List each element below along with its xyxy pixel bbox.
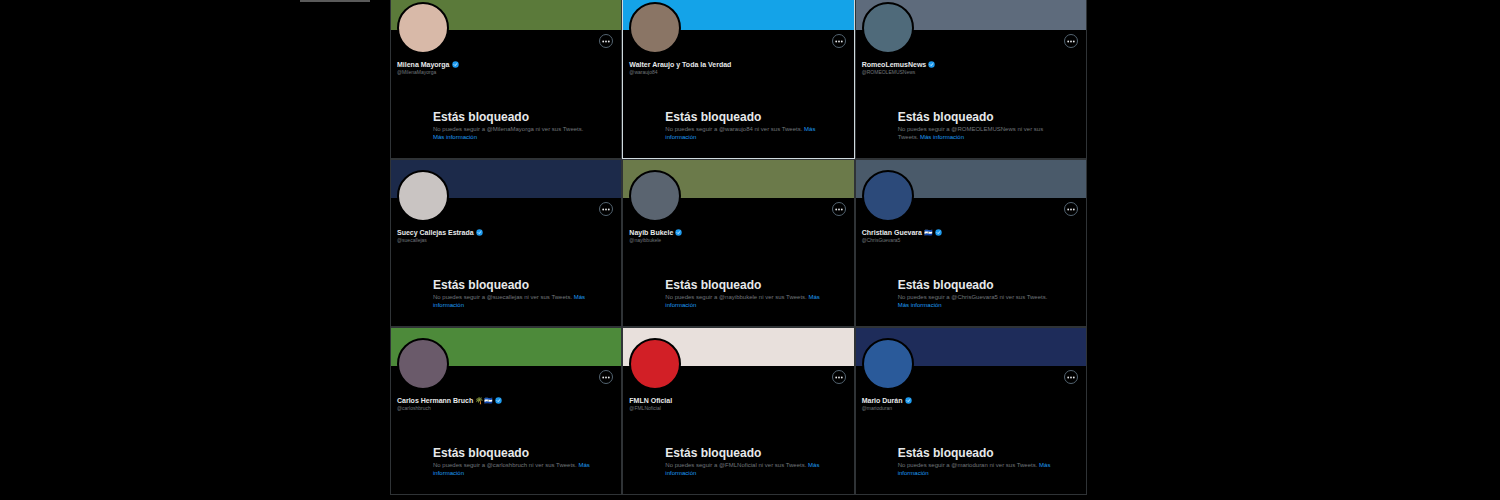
blocked-message: No puedes seguir a @FMLNoficial ni ver s… (665, 461, 825, 477)
blocked-message: No puedes seguir a @ROMEOLEMUSNews ni ve… (898, 125, 1058, 141)
profile-name: Milena Mayorga (397, 60, 450, 69)
profile-avatar[interactable] (629, 2, 681, 54)
more-icon (1067, 376, 1075, 379)
more-info-link[interactable]: Más información (665, 126, 815, 140)
profile-card[interactable]: Mario Durán@marioduran Estás bloqueadoNo … (855, 327, 1087, 495)
profile-name: Mario Durán (862, 396, 903, 405)
profile-avatar[interactable] (397, 170, 449, 222)
profile-card[interactable]: Christian Guevara 🇸🇻@ChrisGuevara5 Estás … (855, 159, 1087, 327)
profile-handle: @ROMEOLEMUSNews (862, 69, 1080, 76)
profile-handle: @FMLNoficial (629, 405, 847, 412)
more-button[interactable] (599, 202, 613, 216)
profile-name: Carlos Hermann Bruch 🌴🇸🇻 (397, 396, 493, 405)
blocked-title: Estás bloqueado (433, 446, 613, 460)
more-icon (602, 208, 610, 211)
profile-handle: @carloshbruch (397, 405, 615, 412)
more-button[interactable] (1064, 370, 1078, 384)
verified-icon (905, 397, 912, 404)
blocked-title: Estás bloqueado (665, 110, 845, 124)
more-button[interactable] (599, 34, 613, 48)
profile-card[interactable]: Suecy Callejas Estrada@suecallejas Estás … (390, 159, 622, 327)
profile-card[interactable]: FMLN Oficial@FMLNoficial Estás bloqueadoN… (622, 327, 854, 495)
more-button[interactable] (1064, 202, 1078, 216)
blocked-title: Estás bloqueado (665, 446, 845, 460)
profile-handle: @suecallejas (397, 237, 615, 244)
more-icon (835, 40, 843, 43)
blocked-title: Estás bloqueado (433, 278, 613, 292)
more-info-link[interactable]: Más información (898, 302, 942, 308)
more-icon (602, 40, 610, 43)
profile-handle: @ChrisGuevara5 (862, 237, 1080, 244)
verified-icon (928, 61, 935, 68)
verified-icon (495, 397, 502, 404)
profile-handle: @nayibbukele (629, 237, 847, 244)
profile-name: Walter Araujo y Toda la Verdad (629, 60, 731, 69)
blocked-message: No puedes seguir a @waraujo84 ni ver sus… (665, 125, 825, 141)
blocked-title: Estás bloqueado (898, 446, 1078, 460)
profile-name: Nayib Bukele (629, 228, 673, 237)
blocked-message: No puedes seguir a @suecallejas ni ver s… (433, 293, 593, 309)
verified-icon (675, 229, 682, 236)
more-info-link[interactable]: Más información (898, 462, 1051, 476)
blocked-title: Estás bloqueado (898, 110, 1078, 124)
profile-avatar[interactable] (397, 338, 449, 390)
profile-name: Suecy Callejas Estrada (397, 228, 474, 237)
profile-card[interactable]: Nayib Bukele@nayibbukele Estás bloqueadoN… (622, 159, 854, 327)
profile-name: FMLN Oficial (629, 396, 672, 405)
profile-avatar[interactable] (862, 170, 914, 222)
more-info-link[interactable]: Más información (433, 134, 477, 140)
more-button[interactable] (832, 34, 846, 48)
blocked-message: No puedes seguir a @MilenaMayorga ni ver… (433, 125, 593, 141)
more-info-link[interactable]: Más información (920, 134, 964, 140)
blocked-message: No puedes seguir a @ChrisGuevara5 ni ver… (898, 293, 1058, 309)
blocked-title: Estás bloqueado (665, 278, 845, 292)
top-bar-fragment (300, 0, 370, 2)
profile-avatar[interactable] (862, 2, 914, 54)
profile-card[interactable]: Milena Mayorga@MilenaMayorga Estás bloque… (390, 0, 622, 159)
blocked-title: Estás bloqueado (898, 278, 1078, 292)
verified-icon (452, 61, 459, 68)
profile-card[interactable]: Walter Araujo y Toda la Verdad@waraujo84… (622, 0, 854, 159)
profile-name: RomeoLemusNews (862, 60, 927, 69)
profile-avatar[interactable] (397, 2, 449, 54)
more-button[interactable] (599, 370, 613, 384)
more-icon (835, 208, 843, 211)
verified-icon (476, 229, 483, 236)
profile-name: Christian Guevara 🇸🇻 (862, 228, 933, 237)
blocked-message: No puedes seguir a @nayibbukele ni ver s… (665, 293, 825, 309)
more-info-link[interactable]: Más información (433, 462, 590, 476)
more-icon (835, 376, 843, 379)
profile-card[interactable]: RomeoLemusNews@ROMEOLEMUSNews Estás bloqu… (855, 0, 1087, 159)
profile-avatar[interactable] (629, 338, 681, 390)
verified-icon (935, 229, 942, 236)
blocked-message: No puedes seguir a @marioduran ni ver su… (898, 461, 1058, 477)
profile-card[interactable]: Carlos Hermann Bruch 🌴🇸🇻@carloshbruch Est… (390, 327, 622, 495)
blocked-grid: Milena Mayorga@MilenaMayorga Estás bloque… (390, 0, 1087, 500)
more-button[interactable] (832, 202, 846, 216)
more-icon (1067, 40, 1075, 43)
more-icon (1067, 208, 1075, 211)
more-info-link[interactable]: Más información (665, 294, 819, 308)
more-info-link[interactable]: Más información (665, 462, 819, 476)
profile-handle: @marioduran (862, 405, 1080, 412)
more-button[interactable] (1064, 34, 1078, 48)
more-icon (602, 376, 610, 379)
more-button[interactable] (832, 370, 846, 384)
profile-handle: @MilenaMayorga (397, 69, 615, 76)
profile-avatar[interactable] (862, 338, 914, 390)
more-info-link[interactable]: Más información (433, 294, 585, 308)
profile-handle: @waraujo84 (629, 69, 847, 76)
blocked-message: No puedes seguir a @carloshbruch ni ver … (433, 461, 593, 477)
screen: Milena Mayorga@MilenaMayorga Estás bloque… (0, 0, 1500, 500)
profile-avatar[interactable] (629, 170, 681, 222)
blocked-title: Estás bloqueado (433, 110, 613, 124)
